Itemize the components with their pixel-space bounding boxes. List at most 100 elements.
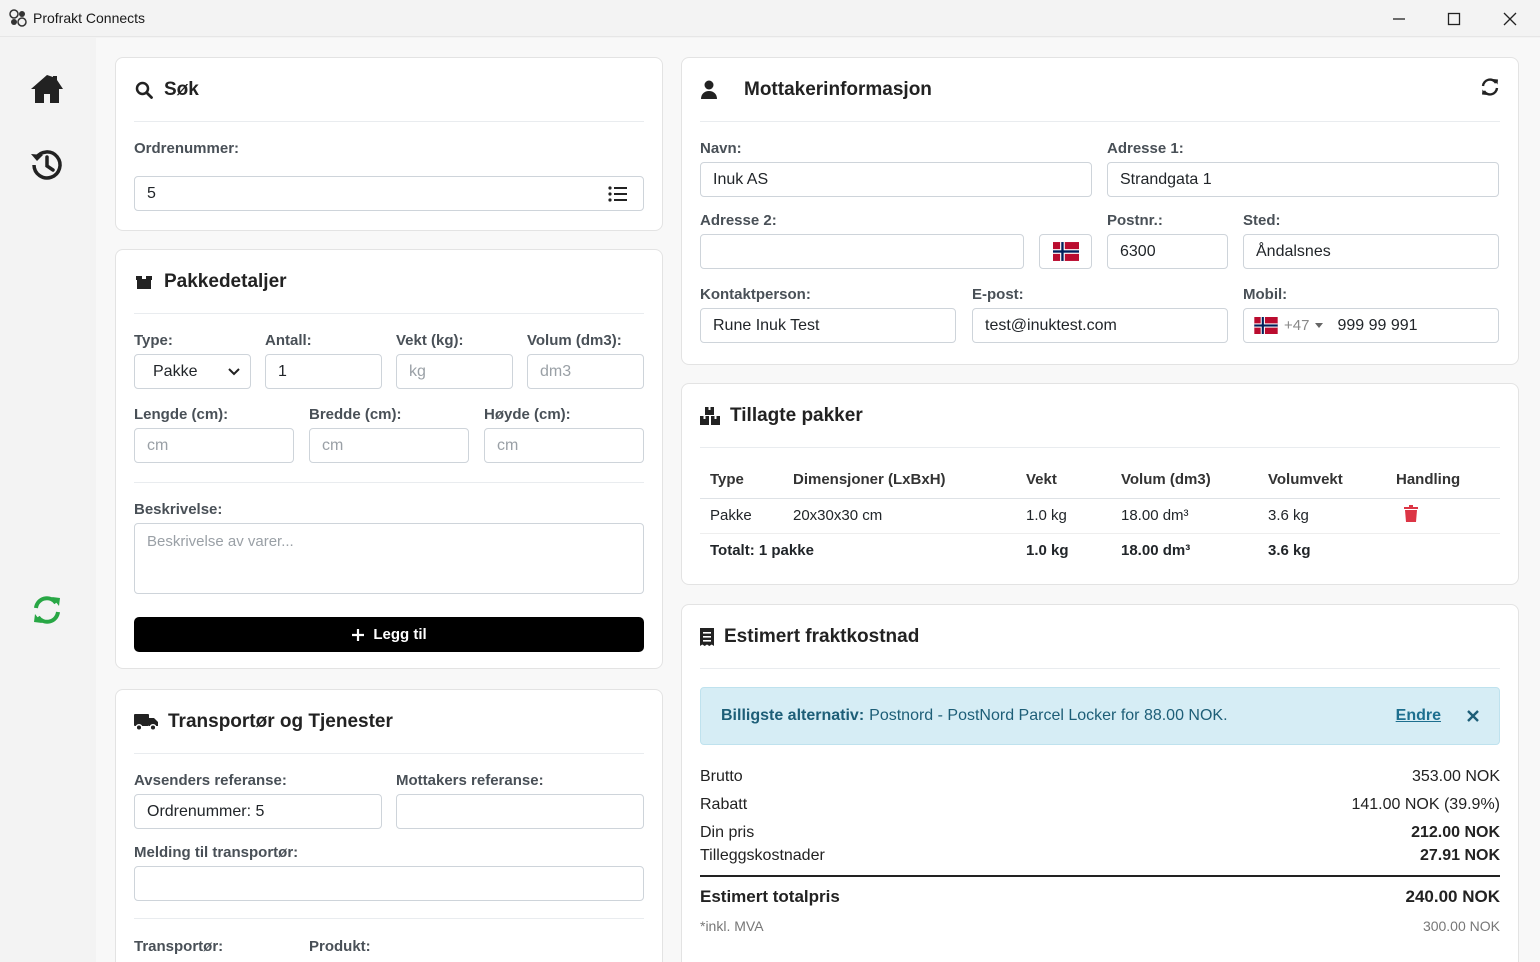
close-icon — [1467, 710, 1479, 722]
carrier-message-input[interactable] — [134, 866, 644, 901]
weight-label: Vekt (kg): — [396, 332, 464, 349]
sender-reference-label: Avsenders referanse: — [134, 772, 287, 789]
table-header-row: Type Dimensjoner (LxBxH) Vekt Volum (dm3… — [700, 462, 1500, 499]
name-label: Navn: — [700, 140, 742, 157]
package-card-header: Pakkedetaljer — [134, 250, 644, 314]
type-select-value: Pakke — [153, 362, 198, 380]
total-price-value: 240.00 NOK — [1405, 887, 1501, 906]
window-title: Profrakt Connects — [33, 10, 146, 26]
length-placeholder: cm — [147, 436, 169, 454]
close-window-button[interactable] — [1482, 0, 1537, 37]
change-carrier-link[interactable]: Endre — [1396, 707, 1441, 725]
width-label: Bredde (cm): — [309, 406, 402, 423]
recipient-title: Mottakerinformasjon — [744, 78, 932, 100]
divider — [134, 918, 644, 919]
receiver-reference-input[interactable] — [396, 794, 644, 829]
carrier-label: Transportør: — [134, 938, 224, 955]
type-label: Type: — [134, 332, 173, 349]
search-card-header: Søk — [134, 58, 644, 122]
sidebar-item-sync[interactable] — [26, 589, 68, 631]
history-icon — [31, 150, 62, 180]
package-title: Pakkedetaljer — [164, 270, 287, 292]
gross-row: Brutto 353.00 NOK — [700, 768, 1500, 786]
sidebar-item-home[interactable] — [26, 68, 68, 110]
close-icon — [1503, 12, 1516, 25]
minimize-icon — [1392, 17, 1405, 20]
postal-input[interactable]: 6300 — [1107, 234, 1228, 269]
boxes-icon — [700, 406, 720, 426]
receiver-reference-label: Mottakers referanse: — [396, 772, 544, 789]
cost-card-header: Estimert fraktkostnad — [700, 605, 1500, 669]
name-input[interactable]: Inuk AS — [700, 162, 1092, 197]
main-area: Søk Ordrenummer: 5 Pakkedetaljer Type: A… — [96, 38, 1540, 962]
additional-costs-value: 27.91 NOK — [1419, 847, 1500, 864]
norway-flag-icon — [1254, 317, 1278, 334]
type-select[interactable]: Pakke — [134, 354, 251, 389]
mobile-input[interactable]: +47 999 99 991 — [1243, 308, 1499, 343]
transport-title: Transportør og Tjenester — [168, 710, 393, 732]
packages-title: Tillagte pakker — [730, 404, 863, 426]
email-input[interactable]: test@inuktest.com — [972, 308, 1228, 343]
sidebar-item-history[interactable] — [26, 144, 68, 186]
email-label: E-post: — [972, 286, 1024, 303]
email-value: test@inuktest.com — [985, 316, 1117, 334]
column-header: Vekt — [1016, 462, 1111, 499]
transport-card: Transportør og Tjenester Avsenders refer… — [115, 689, 663, 962]
divider — [134, 482, 644, 483]
order-list-icon[interactable] — [608, 185, 628, 208]
total-label: Totalt: 1 pakke — [710, 542, 814, 560]
title-bar: Profrakt Connects — [0, 0, 1540, 37]
address1-input[interactable]: Strandgata 1 — [1107, 162, 1499, 197]
city-value: Åndalsnes — [1256, 242, 1331, 260]
sidebar — [0, 38, 96, 962]
recipient-card: Mottakerinformasjon Navn: Adresse 1: Inu… — [681, 57, 1519, 365]
volume-input[interactable]: dm3 — [527, 354, 644, 389]
total-weight: 1.0 kg — [1026, 542, 1069, 560]
length-input[interactable]: cm — [134, 428, 294, 463]
table-cell — [1386, 498, 1500, 534]
count-input[interactable]: 1 — [265, 354, 382, 389]
postal-value: 6300 — [1120, 242, 1156, 260]
maximize-button[interactable] — [1426, 0, 1481, 37]
order-number-input[interactable]: 5 — [134, 176, 644, 211]
total-divider — [700, 875, 1500, 877]
sender-reference-input[interactable]: Ordrenummer: 5 — [134, 794, 382, 829]
width-placeholder: cm — [322, 436, 344, 454]
table-total-row: Totalt: 1 pakke 1.0 kg 18.00 dm³ 3.6 kg — [700, 533, 1500, 568]
country-select[interactable] — [1039, 234, 1092, 269]
vat-label: *inkl. MVA — [700, 918, 764, 934]
description-label: Beskrivelse: — [134, 501, 223, 518]
height-input[interactable]: cm — [484, 428, 644, 463]
description-textarea[interactable]: Beskrivelse av varer... — [134, 523, 644, 594]
search-card: Søk Ordrenummer: 5 — [115, 57, 663, 231]
refresh-icon[interactable] — [1480, 77, 1500, 103]
plus-icon — [352, 628, 365, 641]
cost-title: Estimert fraktkostnad — [724, 625, 920, 647]
column-header: Type — [700, 462, 783, 499]
receipt-icon — [700, 627, 714, 647]
width-input[interactable]: cm — [309, 428, 469, 463]
vat-row: *inkl. MVA 300.00 NOK — [700, 918, 1500, 934]
contact-input[interactable]: Rune Inuk Test — [700, 308, 956, 343]
height-placeholder: cm — [497, 436, 519, 454]
address1-value: Strandgata 1 — [1120, 170, 1212, 188]
volume-label: Volum (dm3): — [527, 332, 622, 349]
minimize-button[interactable] — [1371, 0, 1426, 37]
add-package-label: Legg til — [373, 626, 427, 643]
mobile-country-select[interactable]: +47 — [1254, 317, 1324, 334]
column-header: Dimensjoner (LxBxH) — [783, 462, 1016, 499]
gross-value: 353.00 NOK — [1411, 768, 1500, 785]
address2-input[interactable] — [700, 234, 1024, 269]
add-package-button[interactable]: Legg til — [134, 617, 644, 652]
box-icon — [134, 272, 154, 292]
dismiss-alert-button[interactable] — [1467, 710, 1479, 722]
delete-package-button[interactable] — [1396, 505, 1418, 526]
chevron-down-icon — [228, 367, 240, 375]
city-input[interactable]: Åndalsnes — [1243, 234, 1499, 269]
table-cell: 1.0 kg — [1016, 498, 1111, 534]
recipient-card-header: Mottakerinformasjon — [700, 58, 1500, 122]
truck-icon — [134, 712, 158, 732]
total-price-row: Estimert totalpris 240.00 NOK — [700, 887, 1500, 907]
volume-placeholder: dm3 — [540, 362, 572, 380]
weight-input[interactable]: kg — [396, 354, 513, 389]
